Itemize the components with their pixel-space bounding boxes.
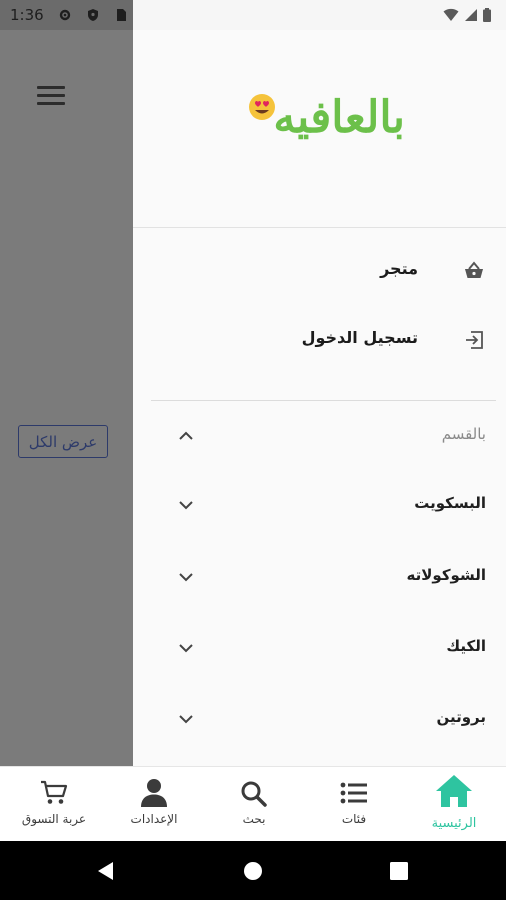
nav-label: عربة التسوق	[21, 812, 87, 826]
category-item-biscuits[interactable]: البسكويت	[133, 483, 506, 527]
drawer-header: بالعافيه	[133, 30, 506, 228]
status-time: 1:36	[10, 6, 44, 24]
nav-home[interactable]: الرئيسية	[404, 767, 504, 842]
nav-label: بحث	[242, 812, 266, 826]
search-icon	[241, 781, 267, 807]
category-item-protein[interactable]: بروتين	[133, 697, 506, 741]
nav-label: الرئيسية	[431, 816, 477, 831]
status-bar-right	[133, 0, 506, 30]
recents-icon[interactable]	[390, 862, 408, 880]
menu-icon[interactable]	[37, 86, 65, 106]
wifi-icon	[443, 8, 459, 21]
view-all-button[interactable]: عرض الكل	[18, 425, 108, 458]
sim-card-icon	[117, 9, 126, 21]
category-label: بروتين	[436, 708, 486, 726]
logo-text: بالعافيه	[273, 92, 405, 143]
system-navigation-bar	[0, 841, 506, 900]
home-icon	[436, 775, 472, 807]
chevron-up-icon	[179, 431, 193, 440]
nav-settings[interactable]: الإعدادات	[104, 767, 204, 842]
bottom-navigation: الرئيسية فئات بحث الإعدادات عربة التسوق	[0, 766, 506, 841]
nav-categories[interactable]: فئات	[304, 767, 404, 842]
menu-item-login[interactable]: تسجيل الدخول	[133, 318, 506, 362]
category-item-cake[interactable]: الكيك	[133, 626, 506, 670]
chevron-down-icon	[179, 573, 193, 582]
home-button-icon[interactable]	[243, 861, 263, 881]
battery-icon	[483, 8, 491, 22]
status-bar: 1:36	[0, 0, 506, 30]
navigation-drawer: بالعافيه متجر تسجيل الدخول بالقسم البسكو…	[133, 30, 506, 766]
category-label: البسكويت	[414, 494, 486, 512]
menu-item-label: متجر	[380, 259, 418, 278]
section-header[interactable]: بالقسم	[133, 414, 506, 458]
nav-cart[interactable]: عربة التسوق	[4, 767, 104, 842]
cart-icon	[41, 780, 68, 804]
login-icon	[466, 331, 483, 349]
basket-icon	[465, 261, 483, 278]
chevron-down-icon	[179, 501, 193, 510]
nav-search[interactable]: بحث	[204, 767, 304, 842]
menu-item-label: تسجيل الدخول	[301, 328, 418, 347]
nav-label: فئات	[341, 812, 367, 826]
heart-eyes-emoji-icon	[249, 94, 275, 120]
status-bar-dimmed: 1:36	[0, 0, 133, 30]
category-label: الكيك	[446, 637, 486, 655]
chevron-down-icon	[179, 715, 193, 724]
section-label: بالقسم	[441, 425, 486, 443]
chevron-down-icon	[179, 644, 193, 653]
category-item-chocolate[interactable]: الشوكولاته	[133, 555, 506, 599]
shield-icon	[88, 9, 98, 21]
back-icon[interactable]	[96, 861, 116, 881]
drawer-divider	[151, 400, 496, 401]
category-label: الشوكولاته	[406, 566, 486, 584]
list-icon	[340, 782, 367, 804]
menu-item-store[interactable]: متجر	[133, 249, 506, 293]
settings-icon	[59, 9, 71, 21]
nav-label: الإعدادات	[130, 812, 178, 826]
signal-icon	[465, 9, 477, 21]
underlying-screen-overlay[interactable]: عرض الكل	[0, 30, 133, 766]
person-icon	[141, 779, 167, 807]
app-logo: بالعافيه	[245, 92, 405, 162]
